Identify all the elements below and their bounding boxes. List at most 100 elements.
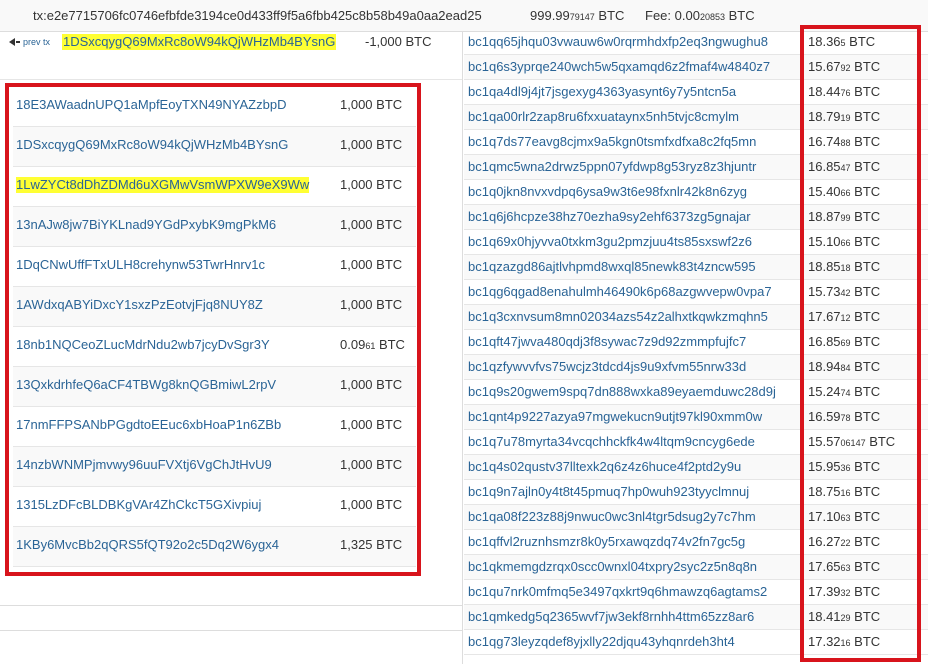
- output-address-link[interactable]: bc1q6s3yprqe240wch5w5qxamqd6z2fmaf4w4840…: [468, 59, 800, 75]
- output-value: 17.3932 BTC: [808, 584, 881, 599]
- output-address-link[interactable]: bc1qmkedg5q2365wvf7jw3ekf8rnhh4ttm65zz8a…: [468, 609, 800, 625]
- output-address-link[interactable]: bc1qnt4p9227azya97mgwekucn9utjt97kl90xmm…: [468, 409, 800, 425]
- input-address-link[interactable]: 1315LzDFcBLDBKgVAr4ZhCkcT5GXivpiuj: [16, 497, 261, 513]
- cell-divider: [801, 55, 802, 80]
- output-value: 18.9484 BTC: [808, 359, 881, 374]
- prev-tx-row: prev tx 1DSxcqygQ69MxRc8oW94kQjWHzMb4BYs…: [0, 32, 463, 80]
- output-address-link[interactable]: bc1qkmemgdzrqx0scc0wnxl04txpry2syc2z5n8q…: [468, 559, 800, 575]
- output-value: 17.3216 BTC: [808, 634, 881, 649]
- output-value: 15.5706147 BTC: [808, 434, 896, 449]
- output-value: 15.1066 BTC: [808, 234, 881, 249]
- input-value: 1,000 BTC: [340, 417, 403, 432]
- input-value: 1,000 BTC: [340, 97, 403, 112]
- output-value: 17.6712 BTC: [808, 309, 881, 324]
- input-row: 13QxkdrhfeQ6aCF4TBWg8knQGBmiwL2rpV 1,000 …: [13, 367, 416, 407]
- inputs-highlight-box: 18E3AWaadnUPQ1aMpfEoyTXN49NYAZzbpD 1,000 …: [5, 83, 421, 576]
- input-address-link[interactable]: 17nmFFPSANbPGgdtoEEuc6xbHoaP1n6ZBb: [16, 417, 281, 433]
- output-row: bc1qnt4p9227azya97mgwekucn9utjt97kl90xmm…: [464, 405, 928, 430]
- input-address-link[interactable]: 1AWdxqABYiDxcY1sxzPzEotvjFjq8NUY8Z: [16, 297, 263, 313]
- input-address-link[interactable]: 1DqCNwUffFTxULH8crehynw53TwrHnrv1c: [16, 257, 265, 273]
- cell-divider: [801, 155, 802, 180]
- prev-tx-link[interactable]: prev tx: [9, 37, 50, 47]
- cell-divider: [801, 280, 802, 305]
- cell-divider: [801, 305, 802, 330]
- output-row: bc1q7ds77eavg8cjmx9a5kgn0tsmfxdfxa8c2fq5…: [464, 130, 928, 155]
- output-address-link[interactable]: bc1q7u78myrta34vcqchhckfk4w4ltqm9cncyg6e…: [468, 434, 800, 450]
- output-value: 18.8799 BTC: [808, 209, 881, 224]
- output-value: 16.8547 BTC: [808, 159, 881, 174]
- input-address-link[interactable]: 13QxkdrhfeQ6aCF4TBWg8knQGBmiwL2rpV: [16, 377, 276, 393]
- output-address-link[interactable]: bc1qa00rlr2zap8ru6fxxuataynx5nh5tvjc8cmy…: [468, 109, 800, 125]
- cell-divider: [801, 205, 802, 230]
- input-value: 1,325 BTC: [340, 537, 403, 552]
- cell-divider: [801, 580, 802, 605]
- cell-divider: [801, 630, 802, 655]
- output-row: bc1qg6qgad8enahulmh46490k6p68azgwvepw0vp…: [464, 280, 928, 305]
- output-value: 15.9536 BTC: [808, 459, 881, 474]
- cell-divider: [801, 605, 802, 630]
- output-address-link[interactable]: bc1qzfywvvfvs75wcjz3tdcd4js9u9xfvm55nrw3…: [468, 359, 800, 375]
- output-address-link[interactable]: bc1qa08f223z88j9nwuc0wc3nl4tgr5dsug2y7c7…: [468, 509, 800, 525]
- output-address-link[interactable]: bc1qzazgd86ajtlvhpmd8wxql85newk83t4zncw5…: [468, 259, 800, 275]
- input-row: 14nzbWNMPjmvwy96uuFVXtj6VgChJtHvU9 1,000 …: [13, 447, 416, 487]
- cell-divider: [801, 430, 802, 455]
- cell-divider: [801, 130, 802, 155]
- output-address-link[interactable]: bc1q7ds77eavg8cjmx9a5kgn0tsmfxdfxa8c2fq5…: [468, 134, 800, 150]
- input-address-link[interactable]: 1DSxcqygQ69MxRc8oW94kQjWHzMb4BYsnG: [16, 137, 288, 153]
- input-address-link[interactable]: 18nb1NQCeoZLucMdrNdu2wb7jcyDvSgr3Y: [16, 337, 270, 353]
- output-address-link[interactable]: bc1qu7nrk0mfmq5e3497qxkrt9q6hmawzq6agtam…: [468, 584, 800, 600]
- output-address-link[interactable]: bc1q0jkn8nvxvdpq6ysa9w3t6e98fxnlr42k8n6z…: [468, 184, 800, 200]
- output-address-link[interactable]: bc1q9s20gwem9spq7dn888wxka89eyaemduwc28d…: [468, 384, 800, 400]
- output-value: 15.6792 BTC: [808, 59, 881, 74]
- output-address-link[interactable]: bc1qg73leyzqdef8yjxlly22djqu43yhqnrdeh3h…: [468, 634, 800, 650]
- input-value: 0.0961 BTC: [340, 337, 405, 352]
- prev-address[interactable]: 1DSxcqygQ69MxRc8oW94kQjWHzMb4BYsnG: [62, 34, 337, 50]
- cell-divider: [801, 380, 802, 405]
- cell-divider: [801, 455, 802, 480]
- output-address-link[interactable]: bc1q6j6hcpze38hz70ezha9sy2ehf6373zg5gnaj…: [468, 209, 800, 225]
- output-value: 16.7488 BTC: [808, 134, 881, 149]
- output-row: bc1qa08f223z88j9nwuc0wc3nl4tgr5dsug2y7c7…: [464, 505, 928, 530]
- output-value: 16.2722 BTC: [808, 534, 881, 549]
- cell-divider: [801, 405, 802, 430]
- output-row: bc1q69x0hjyvva0txkm3gu2pmzjuu4ts85sxswf2…: [464, 230, 928, 255]
- output-row: bc1q6j6hcpze38hz70ezha9sy2ehf6373zg5gnaj…: [464, 205, 928, 230]
- output-row: bc1qzazgd86ajtlvhpmd8wxql85newk83t4zncw5…: [464, 255, 928, 280]
- input-address-link[interactable]: 13nAJw8jw7BiYKLnad9YGdPxybK9mgPkM6: [16, 217, 276, 233]
- output-address-link[interactable]: bc1qa4dl9j4jt7jsgexyg4363yasynt6y7y5ntcn…: [468, 84, 800, 100]
- input-value: 1,000 BTC: [340, 457, 403, 472]
- output-value: 18.8518 BTC: [808, 259, 881, 274]
- output-address-link[interactable]: bc1qffvl2ruznhsmzr8k0y5rxawqzdq74v2fn7gc…: [468, 534, 800, 550]
- cell-divider: [801, 230, 802, 255]
- prev-tx-label: prev tx: [23, 37, 51, 47]
- input-value: 1,000 BTC: [340, 177, 403, 192]
- input-address-link[interactable]: 14nzbWNMPjmvwy96uuFVXtj6VgChJtHvU9: [16, 457, 272, 473]
- cell-divider: [801, 530, 802, 555]
- input-address-link[interactable]: 1LwZYCt8dDhZDMd6uXGMwVsmWPXW9eX9Ww: [16, 177, 310, 193]
- output-address-link[interactable]: bc1qq65jhqu03vwauw6w0rqrmhdxfp2eq3ngwugh…: [468, 34, 800, 50]
- prev-value: -1,000 BTC: [365, 34, 432, 49]
- input-value: 1,000 BTC: [340, 217, 403, 232]
- column-divider: [462, 32, 463, 664]
- output-address-link[interactable]: bc1q69x0hjyvva0txkm3gu2pmzjuu4ts85sxswf2…: [468, 234, 800, 250]
- output-value: 18.365 BTC: [808, 34, 876, 49]
- output-address-link[interactable]: bc1q9n7ajln0y4t8t45pmuq7hp0wuh923tyyclmn…: [468, 484, 800, 500]
- output-address-link[interactable]: bc1q4s02qustv37lltexk2q6z4z6huce4f2ptd2y…: [468, 459, 800, 475]
- output-row: bc1q6s3yprqe240wch5w5qxamqd6z2fmaf4w4840…: [464, 55, 928, 80]
- transaction-header: tx:e2e7715706fc0746efbfde3194ce0d433ff9f…: [0, 0, 928, 32]
- outputs-list: bc1qq65jhqu03vwauw6w0rqrmhdxfp2eq3ngwugh…: [464, 30, 928, 664]
- input-row: 1LwZYCt8dDhZDMd6uXGMwVsmWPXW9eX9Ww 1,000 …: [13, 167, 416, 207]
- input-address-link[interactable]: 1KBy6MvcBb2qQRS5fQT92o2c5Dq2W6ygx4: [16, 537, 279, 553]
- output-address-link[interactable]: bc1qg6qgad8enahulmh46490k6p68azgwvepw0vp…: [468, 284, 800, 300]
- output-value: 18.7919 BTC: [808, 109, 881, 124]
- cell-divider: [801, 355, 802, 380]
- output-address-link[interactable]: bc1qmc5wna2drwz5ppn07yfdwp8g53ryz8z3hjun…: [468, 159, 800, 175]
- cell-divider: [801, 255, 802, 280]
- output-address-link[interactable]: bc1qft47jwva480qdj3f8sywac7z9d92zmmpfujf…: [468, 334, 800, 350]
- output-row: bc1q9n7ajln0y4t8t45pmuq7hp0wuh923tyyclmn…: [464, 480, 928, 505]
- input-row: 1DqCNwUffFTxULH8crehynw53TwrHnrv1c 1,000 …: [13, 247, 416, 287]
- output-row: bc1qft47jwva480qdj3f8sywac7z9d92zmmpfujf…: [464, 330, 928, 355]
- input-address-link[interactable]: 18E3AWaadnUPQ1aMpfEoyTXN49NYAZzbpD: [16, 97, 286, 113]
- tx-hash[interactable]: tx:e2e7715706fc0746efbfde3194ce0d433ff9f…: [33, 8, 482, 23]
- output-address-link[interactable]: bc1q3cxnvsum8mn02034azs54z2alhxtkqwkzmqh…: [468, 309, 800, 325]
